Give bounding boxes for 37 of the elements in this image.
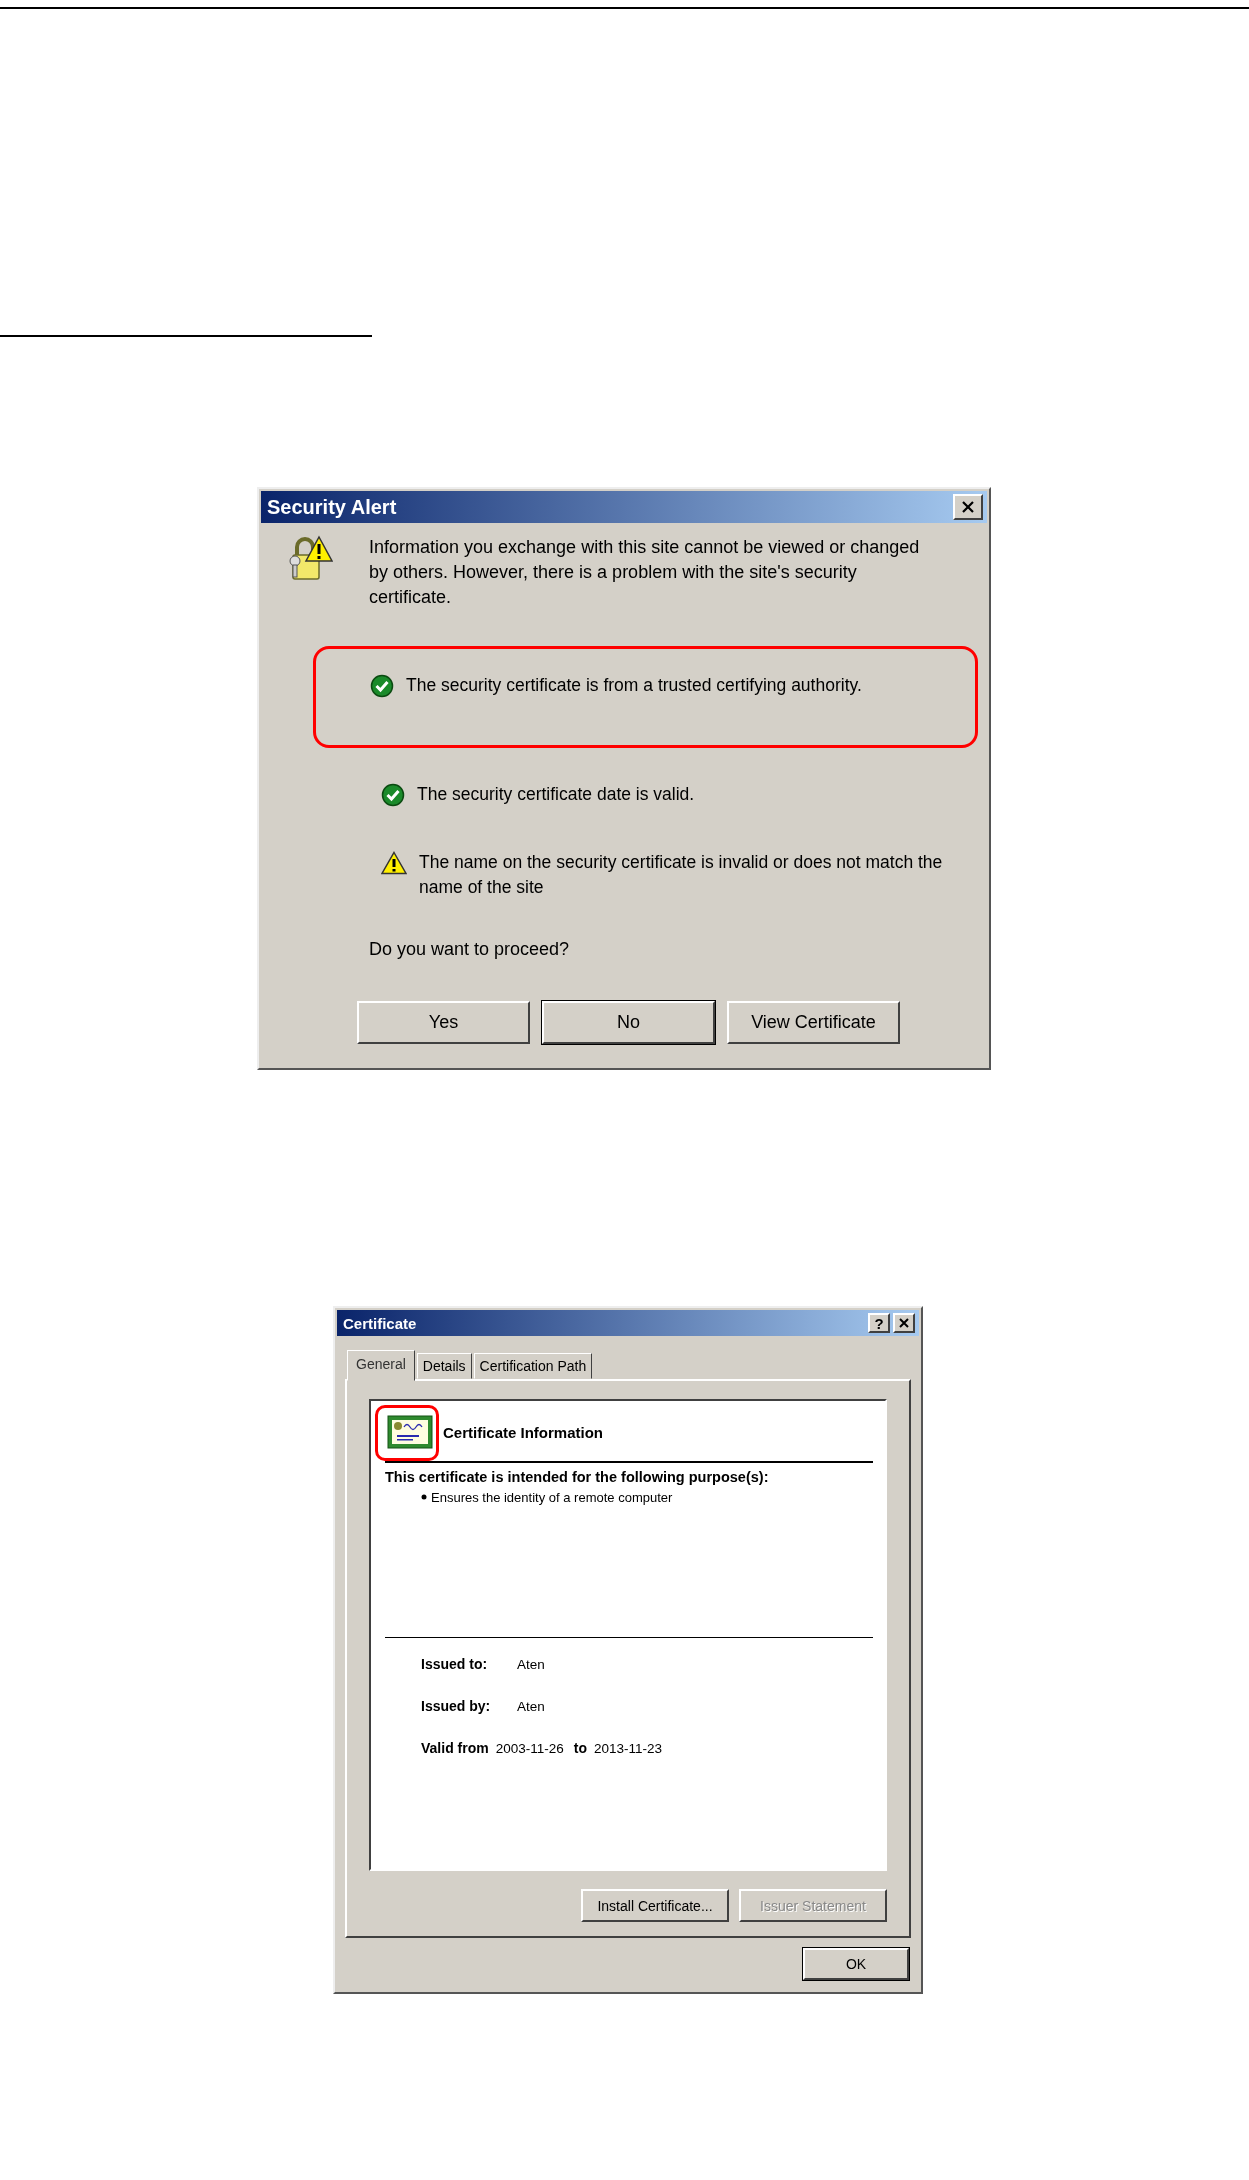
purpose-item: Ensures the identity of a remote computer — [431, 1489, 673, 1505]
field-value: 2013-11-23 — [593, 1741, 663, 1756]
check-icon — [381, 783, 405, 807]
check-text: The security certificate date is valid. — [417, 783, 696, 806]
alert-message: Information you exchange with this site cannot be viewed or changed by others. However, there is a problem with the site's security certificate. — [369, 536, 921, 609]
dialog-button[interactable]: Install Certificate... — [581, 1889, 729, 1922]
field-value: Aten — [517, 1657, 545, 1672]
ok-button[interactable]: OK — [803, 1948, 909, 1980]
tab[interactable]: General — [347, 1350, 415, 1381]
tab[interactable]: Certification Path — [473, 1353, 593, 1379]
field-label: Issued to: — [421, 1656, 489, 1672]
certificate-icon — [387, 1415, 433, 1449]
field-label: to — [573, 1740, 587, 1756]
field-label: Issued by: — [421, 1698, 492, 1714]
dialog-button[interactable]: View Certificate — [727, 1001, 900, 1044]
field-value: 2003-11-26 — [495, 1741, 564, 1756]
field-value: Aten — [517, 1699, 545, 1714]
check-text: The security certificate is from a trusted certifying authority. — [406, 674, 863, 697]
proceed-question: Do you want to proceed? — [369, 939, 571, 960]
window-title: Security Alert — [267, 495, 397, 519]
window-title: Certificate — [343, 1314, 417, 1332]
certificate-info-heading: Certificate Information — [443, 1423, 604, 1441]
purpose-title: This certificate is intended for the following purpose(s): — [385, 1468, 770, 1485]
bullet-icon — [421, 1494, 427, 1500]
tab[interactable]: Details — [416, 1353, 472, 1379]
close-icon — [898, 1318, 910, 1328]
help-button[interactable]: ? — [868, 1313, 890, 1333]
field-label: Valid from — [421, 1740, 489, 1756]
check-icon — [370, 674, 394, 698]
close-button[interactable] — [893, 1313, 915, 1333]
lock-warning-icon — [287, 535, 333, 583]
dialog-button[interactable]: No — [542, 1001, 715, 1044]
close-icon — [961, 501, 975, 513]
dialog-button[interactable]: Yes — [357, 1001, 530, 1044]
warning-icon — [381, 851, 407, 875]
check-text: The name on the security certificate is invalid or does not match the name of the site — [419, 851, 944, 899]
close-button[interactable] — [953, 494, 983, 520]
